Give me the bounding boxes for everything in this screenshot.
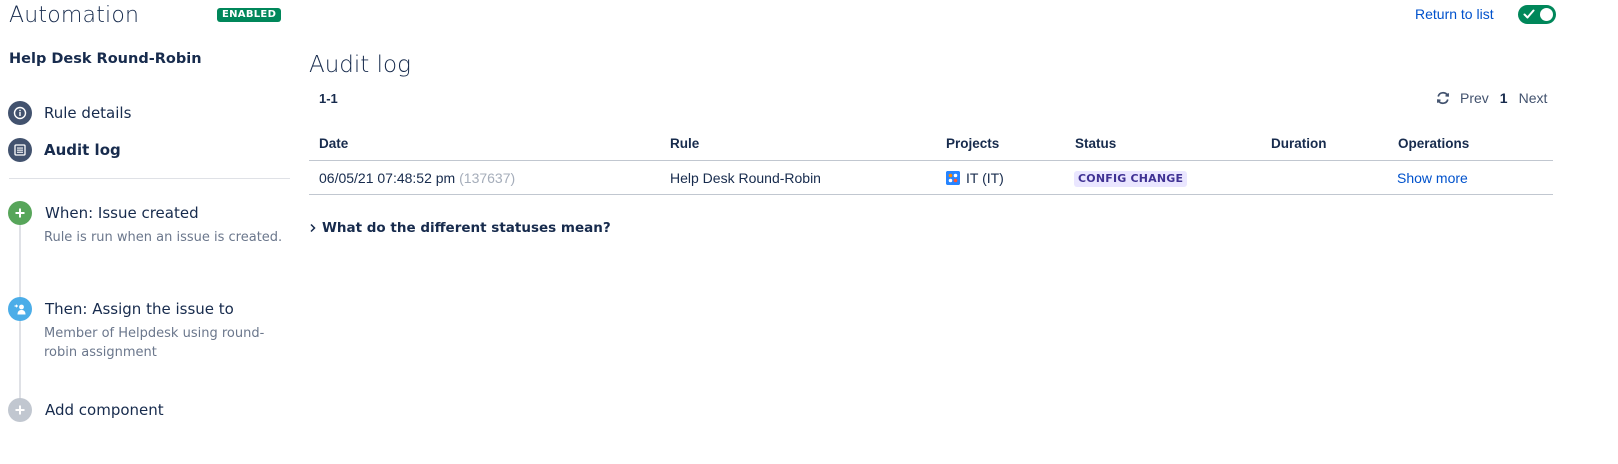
column-header-duration: Duration: [1271, 136, 1327, 151]
column-header-projects: Projects: [946, 136, 1000, 151]
row-rule: Help Desk Round-Robin: [670, 170, 821, 186]
component-title: When: Issue created: [45, 204, 199, 222]
current-page: 1: [1499, 90, 1508, 106]
assign-user-icon: [8, 297, 32, 321]
chevron-right-icon: [310, 223, 316, 233]
column-header-rule: Rule: [670, 136, 700, 151]
pagination: Prev 1 Next: [1435, 90, 1547, 106]
toggle-knob: [1540, 8, 1553, 21]
component-description: Rule is run when an issue is created.: [44, 230, 283, 245]
check-icon: [1523, 9, 1535, 19]
show-more-link[interactable]: Show more: [1397, 170, 1468, 186]
table-row-divider: [309, 194, 1553, 195]
info-icon: [8, 101, 32, 125]
plus-icon: [8, 201, 32, 225]
table-row: 06/05/21 07:48:52 pm (137637): [319, 170, 515, 186]
row-execution-id: (137637): [459, 170, 516, 186]
sidebar-divider: [9, 178, 290, 179]
column-header-operations: Operations: [1398, 136, 1470, 151]
app-title: Automation: [9, 3, 140, 28]
sidebar-item-label: Rule details: [44, 104, 132, 122]
project-avatar-icon: [946, 171, 960, 185]
list-icon: [8, 138, 32, 162]
rule-enabled-toggle[interactable]: [1518, 5, 1556, 24]
column-header-date: Date: [319, 136, 349, 151]
enabled-badge: ENABLED: [217, 8, 282, 22]
plus-icon: [8, 398, 32, 422]
row-date: 06/05/21 07:48:52 pm: [319, 170, 456, 186]
sidebar-item-audit-log[interactable]: Audit log: [8, 137, 121, 163]
component-description: Member of Helpdesk using round-robin ass…: [44, 326, 265, 360]
table-header-divider: [309, 160, 1553, 161]
column-header-status: Status: [1075, 136, 1117, 151]
status-badge: CONFIG CHANGE: [1074, 171, 1188, 187]
sidebar-item-rule-details[interactable]: Rule details: [8, 100, 131, 126]
prev-page-button[interactable]: Prev: [1460, 90, 1489, 106]
component-title: Then: Assign the issue to: [45, 300, 234, 318]
return-to-list-link[interactable]: Return to list: [1415, 6, 1494, 22]
row-project: IT (IT): [946, 170, 1004, 186]
component-title: Add component: [45, 401, 164, 419]
next-page-button[interactable]: Next: [1519, 90, 1548, 106]
statuses-help-label: What do the different statuses mean?: [322, 220, 611, 236]
page-title: Audit log: [309, 52, 411, 78]
rule-name: Help Desk Round-Robin: [9, 51, 202, 67]
statuses-help-expander[interactable]: What do the different statuses mean?: [309, 220, 611, 236]
refresh-icon[interactable]: [1435, 90, 1451, 106]
row-project-name: IT (IT): [966, 170, 1004, 186]
results-range: 1-1: [319, 91, 338, 106]
sidebar-item-label: Audit log: [44, 141, 121, 159]
